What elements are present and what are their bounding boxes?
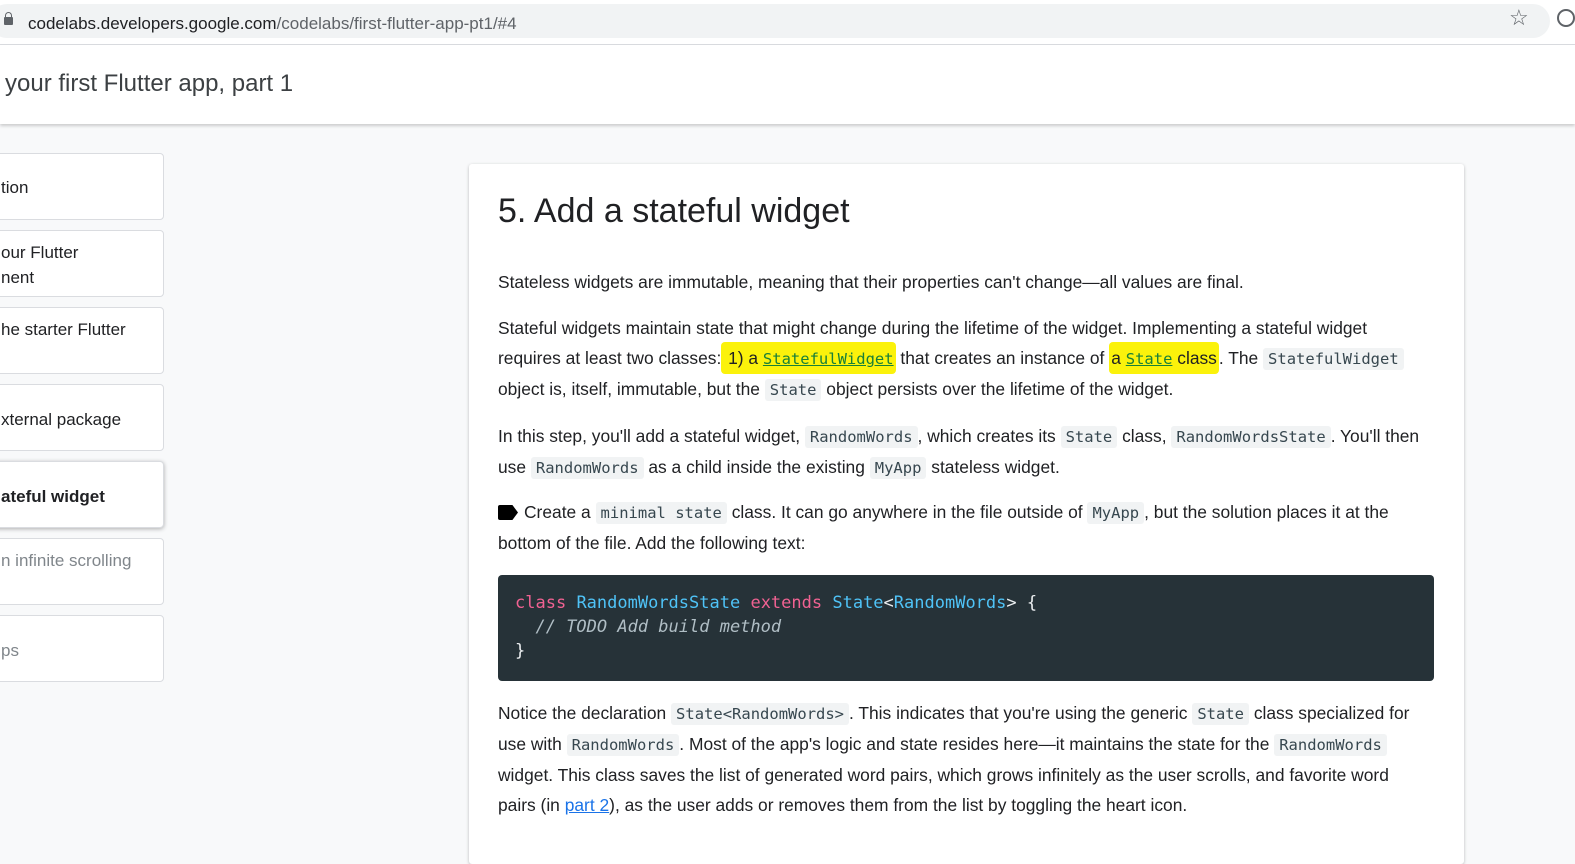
inline-code: State — [764, 379, 822, 401]
inline-code: State — [1192, 703, 1249, 725]
inline-code: RandomWords — [566, 734, 680, 756]
paragraph-declaration: Notice the declaration State<RandomWords… — [498, 703, 1410, 815]
extension-icon[interactable] — [1557, 9, 1575, 27]
state-link[interactable]: State — [1126, 350, 1173, 368]
paragraph-stateful: Stateful widgets maintain state that mig… — [498, 313, 1428, 405]
inline-code: RandomWords — [530, 457, 644, 479]
inline-code: State — [1060, 426, 1118, 448]
url-host: codelabs.developers.google.com — [28, 14, 277, 33]
label-icon — [498, 505, 518, 520]
step-label: tion — [1, 178, 29, 197]
browser-toolbar: codelabs.developers.google.com/codelabs/… — [0, 0, 1575, 45]
sidebar-step-1[interactable]: tion — [0, 153, 164, 220]
inline-code: State<RandomWords> — [671, 703, 850, 725]
sidebar-step-7[interactable]: ps — [0, 615, 164, 682]
address-bar[interactable]: codelabs.developers.google.com/codelabs/… — [0, 4, 1550, 38]
step-label: our Flutter nent — [1, 243, 79, 287]
url-path: /codelabs/first-flutter-app-pt1/#4 — [276, 14, 517, 33]
paragraph-instruction: Create a minimal state class. It can go … — [498, 502, 1389, 553]
bookmark-star-icon[interactable]: ☆ — [1509, 7, 1529, 29]
step-label: he starter Flutter — [1, 320, 126, 339]
step-label: ps — [1, 641, 19, 660]
step-content-card: 5. Add a stateful widget Stateless widge… — [469, 164, 1464, 864]
inline-code: MyApp — [1087, 502, 1145, 524]
inline-code: RandomWords — [1274, 734, 1387, 756]
sidebar-step-2[interactable]: our Flutter nent — [0, 230, 164, 297]
step-label: xternal package — [1, 410, 122, 429]
code-text: class RandomWordsState extends State<Ran… — [515, 593, 1038, 661]
step-heading: 5. Add a stateful widget — [498, 192, 850, 230]
inline-code: RandomWords — [804, 426, 918, 448]
inline-code: StatefulWidget — [1263, 348, 1404, 370]
statefulwidget-link[interactable]: StatefulWidget — [763, 350, 894, 368]
lock-icon[interactable] — [4, 12, 13, 25]
sidebar-step-4[interactable]: xternal package — [0, 384, 164, 451]
paragraph-stateless: Stateless widgets are immutable, meaning… — [498, 272, 1244, 292]
code-block[interactable]: class RandomWordsState extends State<Ran… — [498, 575, 1434, 681]
highlight: 1) a StatefulWidget — [721, 342, 896, 374]
paragraph-step: In this step, you'll add a stateful widg… — [498, 426, 1420, 479]
sidebar-step-5-active[interactable]: ateful widget — [0, 461, 164, 528]
sidebar-step-6[interactable]: n infinite scrolling — [0, 538, 164, 605]
page-title: your first Flutter app, part 1 — [5, 70, 294, 97]
inline-code: MyApp — [869, 457, 927, 479]
sidebar-step-3[interactable]: he starter Flutter — [0, 307, 164, 374]
highlight: a State class — [1109, 342, 1219, 374]
step-label: ateful widget — [1, 487, 105, 506]
step-label: n infinite scrolling — [1, 551, 132, 570]
url-text[interactable]: codelabs.developers.google.com/codelabs/… — [28, 14, 517, 34]
inline-code: RandomWordsState — [1171, 426, 1331, 448]
codelab-header: your first Flutter app, part 1 — [0, 45, 1575, 124]
part-2-link[interactable]: part 2 — [565, 795, 609, 815]
inline-code: minimal state — [595, 502, 727, 524]
